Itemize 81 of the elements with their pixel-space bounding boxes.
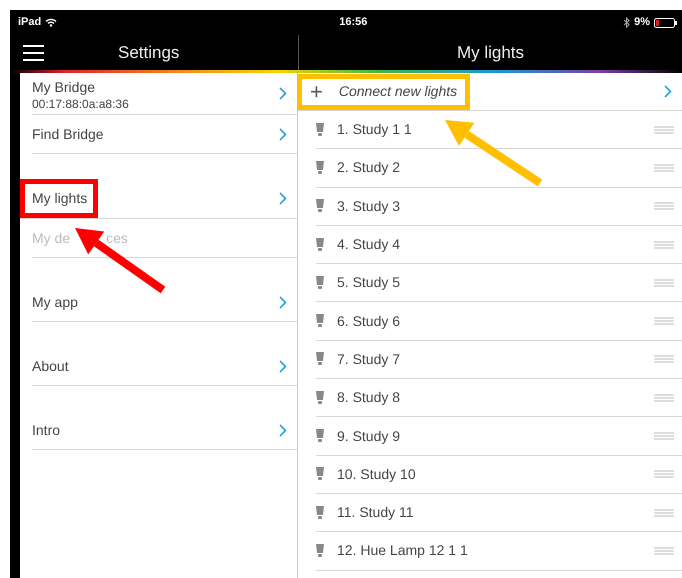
bulb-icon <box>316 352 324 366</box>
chevron-icon <box>279 296 287 308</box>
settings-label: Intro <box>32 420 60 440</box>
plus-sign: + <box>310 80 323 102</box>
settings-label: My Bridge <box>32 78 96 97</box>
light-row[interactable]: 2. Study 2 <box>316 149 682 188</box>
drag-handle-icon[interactable] <box>654 432 674 440</box>
settings-label: My app <box>32 292 78 312</box>
bulb-icon <box>316 429 324 444</box>
connect-label: Connect new lights <box>338 82 458 101</box>
light-name: 10. Study 10 <box>337 464 416 484</box>
battery-percent: 9% <box>634 15 650 30</box>
light-row[interactable]: 3. Study 3 <box>316 188 682 226</box>
drag-handle-icon[interactable] <box>654 202 674 210</box>
header-title: My lights <box>456 42 524 64</box>
chevron-icon <box>279 192 287 205</box>
light-row[interactable]: 9. Study 9 <box>316 417 682 456</box>
bulb-icon <box>316 199 324 214</box>
drag-handle-icon[interactable] <box>654 240 674 249</box>
light-row[interactable]: 5. Study 5 <box>316 264 682 302</box>
bluetooth-icon <box>623 17 630 28</box>
light-row[interactable]: 7. Study 7 <box>316 340 682 380</box>
light-name: 8. Study 8 <box>337 388 400 408</box>
light-name: 11. Study 11 <box>337 503 414 522</box>
bulb-icon <box>316 122 324 137</box>
light-name: 9. Study 9 <box>337 426 400 446</box>
settings-label: Find Bridge <box>32 124 104 144</box>
drag-handle-icon[interactable] <box>654 317 674 326</box>
light-row[interactable]: 6. Study 6 <box>316 302 682 341</box>
header-title: Settings <box>118 42 180 64</box>
bulb-icon <box>316 314 324 328</box>
light-row[interactable]: 4. Study 4 <box>316 226 682 264</box>
settings-row[interactable]: My app <box>32 283 297 322</box>
bulb-icon <box>316 276 324 290</box>
clock-time: 16:56 <box>339 15 368 30</box>
menu-icon[interactable] <box>23 44 44 60</box>
settings-row[interactable]: Intro <box>32 411 297 450</box>
light-name: 4. Study 4 <box>337 235 400 254</box>
settings-label: ces <box>106 228 128 248</box>
settings-row[interactable]: Find Bridge <box>32 115 297 154</box>
light-name: 1. Study 1 1 <box>337 120 412 140</box>
chevron-icon <box>279 424 287 436</box>
light-name: 7. Study 7 <box>337 350 400 369</box>
drag-handle-icon[interactable] <box>654 164 674 172</box>
drag-handle-icon[interactable] <box>654 355 674 364</box>
drag-handle-icon[interactable] <box>654 394 674 402</box>
bulb-icon <box>316 467 324 482</box>
light-name: 3. Study 3 <box>337 196 400 216</box>
bulb-icon <box>316 544 324 558</box>
light-row[interactable]: 8. Study 8 <box>316 379 682 418</box>
bulb-icon <box>316 390 324 405</box>
light-name: 6. Study 6 <box>337 312 400 331</box>
light-name: 2. Study 2 <box>337 158 400 178</box>
drag-handle-icon[interactable] <box>654 278 674 287</box>
settings-row[interactable]: My lights <box>20 179 297 219</box>
drag-handle-icon[interactable] <box>654 508 674 517</box>
battery-icon <box>654 18 678 28</box>
settings-label: My lights <box>20 179 98 218</box>
light-row[interactable]: 11. Study 11 <box>316 494 682 532</box>
light-row[interactable]: 12. Hue Lamp 12 1 1 <box>316 532 682 571</box>
drag-handle-icon[interactable] <box>654 546 674 555</box>
chevron-icon <box>279 128 287 140</box>
drag-handle-icon[interactable] <box>654 126 674 134</box>
bulb-icon <box>316 238 324 252</box>
bulb-icon <box>316 506 324 520</box>
light-row[interactable]: 10. Study 10 <box>316 456 682 494</box>
chevron-icon <box>664 85 672 98</box>
settings-label: My de <box>32 228 70 248</box>
light-name: 5. Study 5 <box>337 273 400 292</box>
drag-handle-icon[interactable] <box>654 470 674 478</box>
device-label: iPad <box>18 15 42 30</box>
settings-row[interactable]: About <box>32 347 297 386</box>
connect-row[interactable]: + Connect new lights <box>298 73 682 111</box>
bulb-icon <box>316 160 324 175</box>
chevron-icon <box>279 360 287 372</box>
settings-row[interactable]: My Bridge 00:17:88:0a:a8:36 <box>32 73 297 115</box>
mac-address: 00:17:88:0a:a8:36 <box>32 98 129 110</box>
wifi-icon <box>45 18 58 27</box>
settings-label: About <box>32 356 69 376</box>
chevron-icon <box>279 87 287 100</box>
light-name: 12. Hue Lamp 12 1 1 <box>337 541 468 560</box>
